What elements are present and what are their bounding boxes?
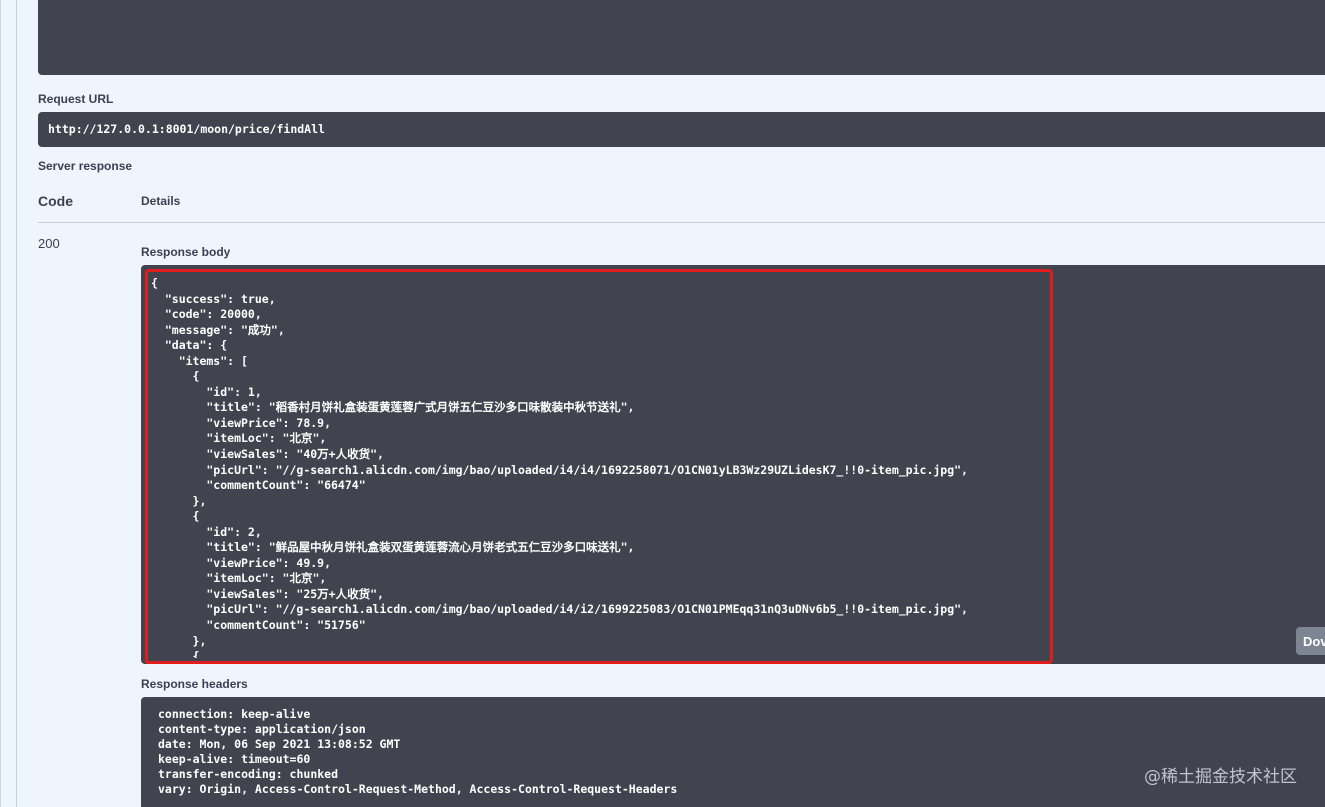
response-headers-text[interactable]: connection: keep-alive content-type: app… [158, 707, 1308, 797]
details-column-header: Details [141, 194, 181, 208]
download-button[interactable]: Dov [1296, 627, 1325, 655]
response-body-label: Response body [141, 245, 231, 259]
response-headers-label: Response headers [141, 677, 248, 691]
previous-code-block [38, 0, 1325, 75]
status-code: 200 [38, 236, 60, 251]
server-response-label: Server response [38, 159, 133, 173]
code-column-header: Code [38, 193, 73, 209]
swagger-response-panel: Request URL http://127.0.0.1:8001/moon/p… [0, 0, 1325, 807]
request-url-value[interactable]: http://127.0.0.1:8001/moon/price/findAll [38, 112, 1325, 147]
red-highlight-box [145, 269, 1053, 664]
table-divider [38, 222, 1325, 223]
watermark: @稀土掘金技术社区 [1144, 767, 1297, 787]
request-url-label: Request URL [38, 92, 114, 106]
left-border-line [16, 0, 17, 807]
